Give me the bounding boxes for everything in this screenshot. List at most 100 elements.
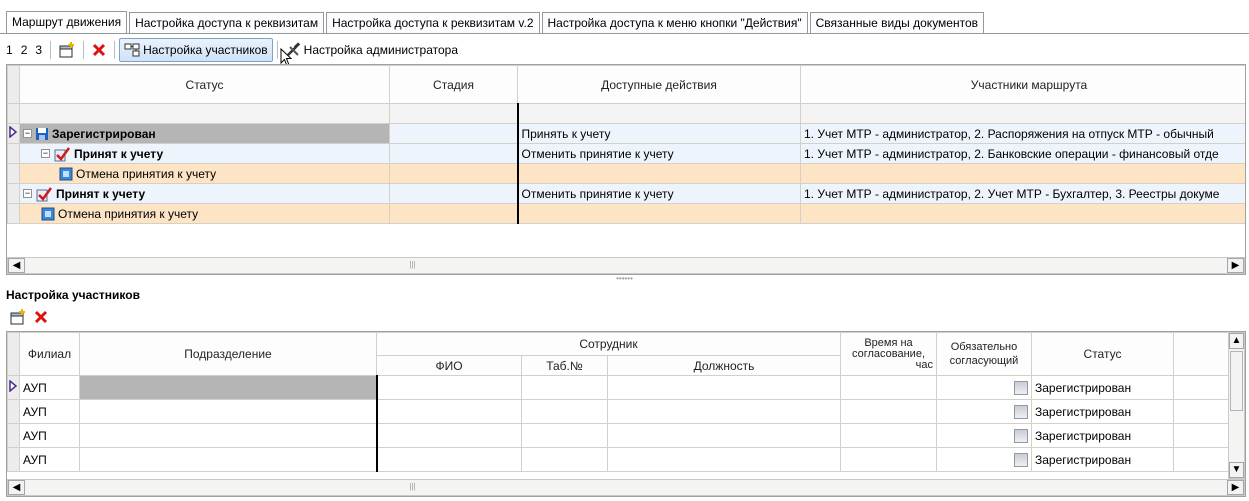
participants-grid-hscrollbar[interactable]: ◀ ||| ▶ — [7, 479, 1245, 496]
status-cell[interactable]: − Зарегистрирован — [19, 123, 390, 144]
table-row[interactable]: Отмена принятия к учету — [7, 163, 1245, 184]
scroll-right-button[interactable]: ▶ — [1227, 480, 1244, 495]
table-row[interactable]: − Зарегистрирован Принять к учету 1. Уче… — [7, 123, 1245, 144]
status-cell[interactable]: − Принят к учету — [19, 183, 390, 204]
branch-cell[interactable]: АУП — [19, 447, 80, 472]
collapse-toggle[interactable]: − — [23, 189, 32, 198]
col-tabno-header[interactable]: Таб.№ — [521, 355, 608, 376]
position-cell[interactable] — [607, 375, 841, 400]
scroll-thumb[interactable] — [1230, 351, 1243, 411]
tabno-cell[interactable] — [521, 423, 608, 448]
step-3-button[interactable]: 3 — [31, 43, 46, 57]
fio-cell[interactable] — [375, 447, 522, 472]
tab-route[interactable]: Маршрут движения — [6, 11, 128, 33]
route-grid-hscrollbar[interactable]: ◀ ||| ▶ — [7, 257, 1245, 274]
stage-cell[interactable] — [389, 203, 518, 224]
delete-participant-button[interactable] — [30, 309, 52, 325]
participants-cell[interactable] — [800, 163, 1245, 184]
col-status-header[interactable]: Статус — [1031, 332, 1174, 376]
actions-cell[interactable]: Отменить принятие к учету — [516, 183, 801, 204]
col-mandatory-header[interactable]: Обязательно согласующий — [936, 332, 1032, 376]
col-division-header[interactable]: Подразделение — [79, 332, 377, 376]
status-cell[interactable]: Отмена принятия к учету — [19, 203, 390, 224]
approval-time-cell[interactable] — [840, 423, 937, 448]
tab-linked-doc-types[interactable]: Связанные виды документов — [809, 12, 985, 33]
table-row[interactable]: − Принят к учету Отменить принятие к уче… — [7, 143, 1245, 164]
admin-settings-button[interactable]: Настройка администратора — [282, 42, 461, 58]
col-fio-header[interactable]: ФИО — [376, 355, 522, 376]
tab-attribute-access[interactable]: Настройка доступа к реквизитам — [129, 12, 325, 33]
status-cell[interactable]: − Принят к учету — [19, 143, 390, 164]
position-cell[interactable] — [607, 423, 841, 448]
division-cell[interactable] — [79, 423, 377, 448]
participants-settings-button[interactable]: Настройка участников — [119, 38, 273, 62]
actions-cell[interactable]: Отменить принятие к учету — [516, 143, 801, 164]
add-participant-button[interactable] — [6, 308, 30, 326]
approval-time-cell[interactable] — [840, 375, 937, 400]
mandatory-checkbox[interactable] — [1014, 428, 1028, 443]
fio-cell[interactable] — [375, 375, 522, 400]
mandatory-checkbox[interactable] — [1014, 380, 1028, 395]
table-row[interactable]: − Принят к учету Отменить принятие к уче… — [7, 183, 1245, 204]
scroll-thumb[interactable]: ||| — [25, 259, 800, 272]
mandatory-checkbox[interactable] — [1014, 404, 1028, 419]
stage-cell[interactable] — [389, 163, 518, 184]
status-cell[interactable]: Зарегистрирован — [1031, 375, 1174, 400]
participants-cell[interactable] — [800, 203, 1245, 224]
status-cell[interactable]: Зарегистрирован — [1031, 399, 1174, 424]
mandatory-cell[interactable] — [936, 447, 1032, 472]
table-row[interactable]: АУП Зарегистрирован — [7, 423, 1230, 448]
col-branch-header[interactable]: Филиал — [19, 332, 80, 376]
status-cell[interactable]: Зарегистрирован — [1031, 447, 1174, 472]
scroll-down-button[interactable]: ▼ — [1229, 462, 1244, 478]
table-row[interactable]: АУП Зарегистрирован — [7, 399, 1230, 424]
col-actions-header[interactable]: Доступные действия — [517, 65, 801, 104]
approval-time-cell[interactable] — [840, 399, 937, 424]
filter-cell[interactable] — [516, 103, 801, 124]
actions-cell[interactable] — [516, 203, 801, 224]
scroll-right-button[interactable]: ▶ — [1227, 258, 1244, 273]
collapse-toggle[interactable]: − — [41, 149, 50, 158]
filter-cell[interactable] — [800, 103, 1245, 124]
scroll-left-button[interactable]: ◀ — [8, 480, 25, 495]
table-row[interactable]: АУП Зарегистрирован — [7, 447, 1230, 472]
mandatory-cell[interactable] — [936, 375, 1032, 400]
participants-cell[interactable]: 1. Учет МТР - администратор, 2. Учет МТР… — [800, 183, 1245, 204]
tab-attribute-access-v2[interactable]: Настройка доступа к реквизитам v.2 — [326, 12, 540, 33]
division-cell[interactable] — [79, 375, 377, 400]
position-cell[interactable] — [607, 399, 841, 424]
stage-cell[interactable] — [389, 123, 518, 144]
scroll-up-button[interactable]: ▲ — [1229, 333, 1244, 349]
fio-cell[interactable] — [375, 399, 522, 424]
branch-cell[interactable]: АУП — [19, 423, 80, 448]
status-cell[interactable]: Зарегистрирован — [1031, 423, 1174, 448]
division-cell[interactable] — [79, 447, 377, 472]
actions-cell[interactable]: Принять к учету — [516, 123, 801, 144]
participants-grid-vscrollbar[interactable]: ▲ ▼ — [1228, 332, 1245, 479]
filter-cell[interactable] — [389, 103, 518, 124]
participants-cell[interactable]: 1. Учет МТР - администратор, 2. Распоряж… — [800, 123, 1245, 144]
collapse-toggle[interactable]: − — [23, 129, 32, 138]
fio-cell[interactable] — [375, 423, 522, 448]
col-participants-header[interactable]: Участники маршрута — [800, 65, 1245, 104]
mandatory-checkbox[interactable] — [1014, 452, 1028, 467]
table-row[interactable]: АУП Зарегистрирован — [7, 375, 1230, 400]
table-row[interactable]: Отмена принятия к учету — [7, 203, 1245, 224]
position-cell[interactable] — [607, 447, 841, 472]
branch-cell[interactable]: АУП — [19, 375, 80, 400]
mandatory-cell[interactable] — [936, 423, 1032, 448]
mandatory-cell[interactable] — [936, 399, 1032, 424]
tab-actions-menu-access[interactable]: Настройка доступа к меню кнопки "Действи… — [541, 12, 808, 33]
tabno-cell[interactable] — [521, 375, 608, 400]
col-stage-header[interactable]: Стадия — [389, 65, 518, 104]
stage-cell[interactable] — [389, 183, 518, 204]
scroll-left-button[interactable]: ◀ — [8, 258, 25, 273]
stage-cell[interactable] — [389, 143, 518, 164]
col-position-header[interactable]: Должность — [607, 355, 841, 376]
tabno-cell[interactable] — [521, 447, 608, 472]
delete-stage-button[interactable] — [88, 42, 110, 58]
actions-cell[interactable] — [516, 163, 801, 184]
add-stage-button[interactable] — [55, 41, 79, 59]
tabno-cell[interactable] — [521, 399, 608, 424]
filter-cell[interactable] — [19, 103, 390, 124]
